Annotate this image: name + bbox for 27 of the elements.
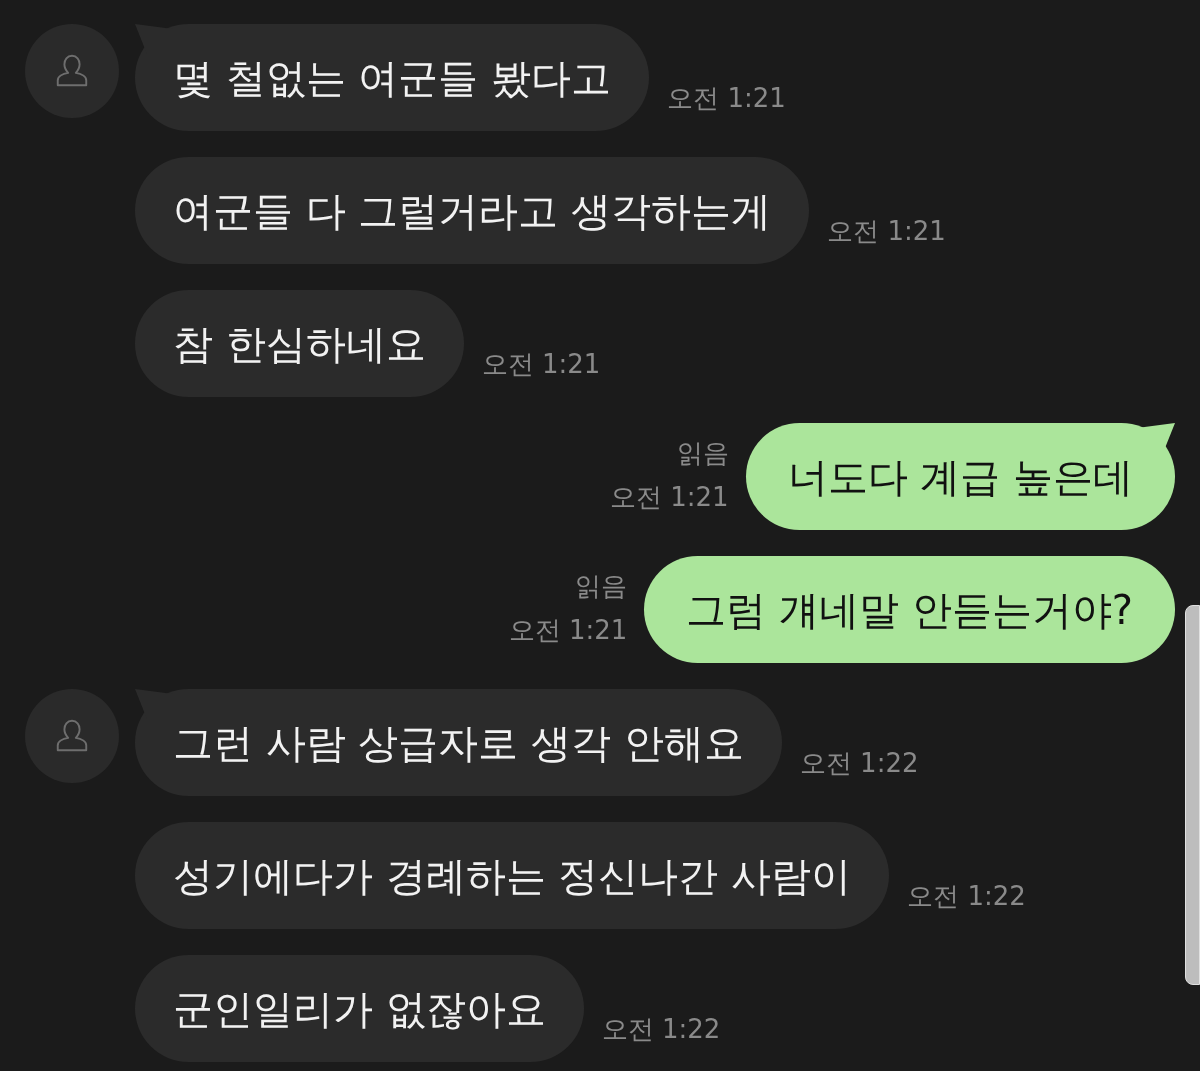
scrollbar-thumb[interactable] xyxy=(1185,605,1200,985)
message-time: 오전 1:21 xyxy=(667,82,786,114)
message-text: 몇 철없는 여군들 봤다고 xyxy=(173,53,612,102)
message-time: 오전 1:21 xyxy=(827,215,946,247)
message-time: 오전 1:22 xyxy=(907,880,1026,912)
message-text: 군인일리가 없잖아요 xyxy=(173,984,546,1033)
message-time: 오전 1:21 xyxy=(508,614,628,646)
message-bubble[interactable]: 몇 철없는 여군들 봤다고 xyxy=(135,24,650,131)
message-bubble[interactable]: 군인일리가 없잖아요 xyxy=(135,955,584,1062)
message-bubble[interactable]: 그럼 걔네말 안듣는거야? xyxy=(644,556,1175,663)
message-text: 성기에다가 경례하는 정신나간 사람이 xyxy=(173,851,852,900)
message-time: 오전 1:22 xyxy=(799,747,919,779)
message-bubble[interactable]: 그런 사람 상급자로 생각 안해요 xyxy=(135,689,782,796)
message-time: 오전 1:21 xyxy=(481,348,601,380)
message-bubble[interactable]: 참 한심하네요 xyxy=(135,290,464,397)
message-text: 참 한심하네요 xyxy=(173,319,426,368)
message-bubble[interactable]: 너도다 계급 높은데 xyxy=(745,423,1175,530)
message-text: 그런 사람 상급자로 생각 안해요 xyxy=(173,718,744,767)
read-receipt: 읽음 xyxy=(575,570,628,602)
read-receipt: 읽음 xyxy=(676,437,729,469)
message-bubble[interactable]: 성기에다가 경례하는 정신나간 사람이 xyxy=(135,822,890,929)
message-text: 그럼 걔네말 안듣는거야? xyxy=(686,585,1133,634)
message-bubble[interactable]: 여군들 다 그럴거라고 생각하는게 xyxy=(135,157,810,264)
message-text: 너도다 계급 높은데 xyxy=(787,452,1133,501)
message-time: 오전 1:21 xyxy=(609,481,729,513)
message-time: 오전 1:22 xyxy=(601,1013,721,1045)
message-text: 여군들 다 그럴거라고 생각하는게 xyxy=(173,186,772,235)
